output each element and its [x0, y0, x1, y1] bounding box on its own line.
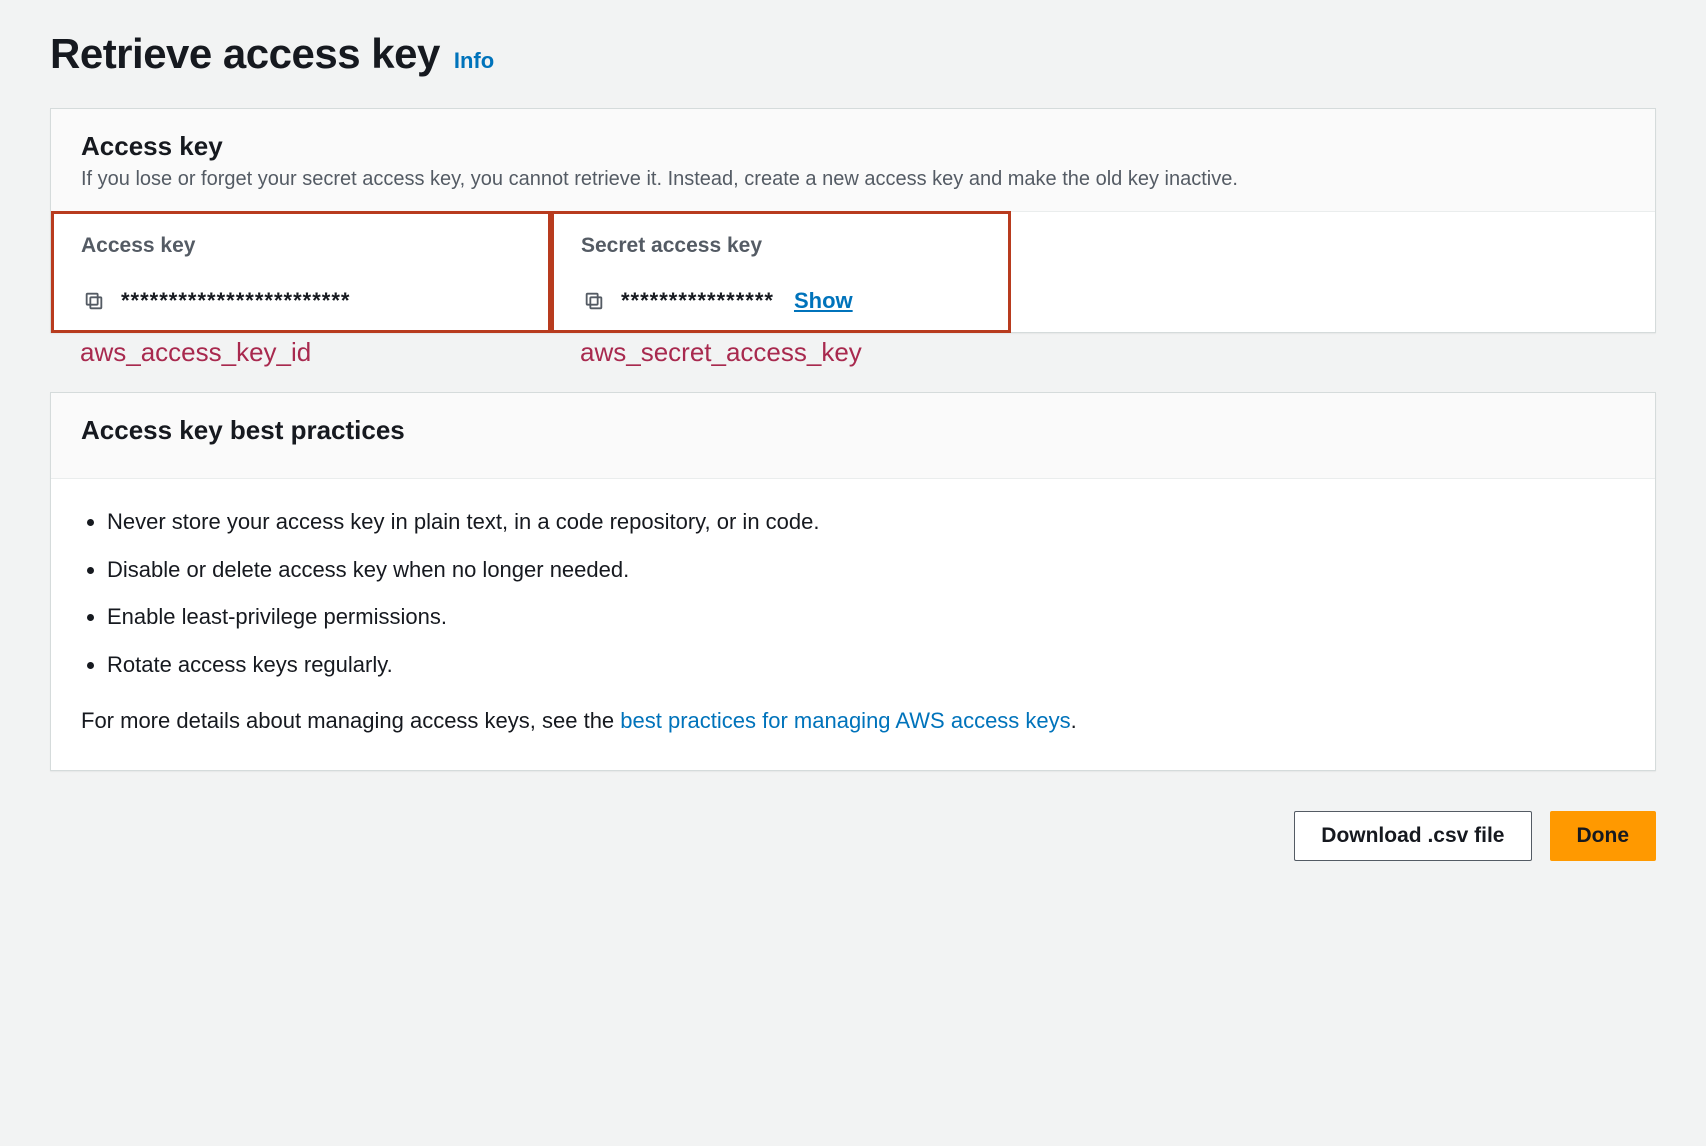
access-key-masked: ************************ [121, 288, 350, 314]
show-secret-link[interactable]: Show [794, 288, 853, 314]
key-row: Access key ************************ Secr… [51, 212, 1655, 332]
highlight-box-access-key [51, 211, 551, 333]
list-item: Disable or delete access key when no lon… [107, 555, 1625, 585]
access-key-subtitle: If you lose or forget your secret access… [81, 168, 1625, 191]
bp-footer-prefix: For more details about managing access k… [81, 708, 620, 733]
highlight-box-secret-key [551, 211, 1011, 333]
best-practices-panel: Access key best practices Never store yo… [50, 392, 1656, 771]
page-title-row: Retrieve access key Info [50, 30, 1656, 78]
annotation-secret-key: aws_secret_access_key [580, 337, 862, 367]
access-key-heading: Access key [81, 131, 1625, 162]
access-key-panel: Access key If you lose or forget your se… [50, 108, 1656, 333]
secret-key-masked: **************** [621, 288, 774, 314]
access-key-panel-header: Access key If you lose or forget your se… [51, 109, 1655, 212]
best-practices-body: Never store your access key in plain tex… [51, 479, 1655, 770]
list-item: Rotate access keys regularly. [107, 650, 1625, 680]
secret-key-column: Secret access key **************** Show [551, 212, 1011, 332]
info-link[interactable]: Info [454, 48, 494, 74]
page-title: Retrieve access key [50, 30, 440, 78]
copy-icon[interactable] [581, 288, 607, 314]
annotation-access-key: aws_access_key_id [80, 337, 311, 367]
bp-footer-link[interactable]: best practices for managing AWS access k… [620, 708, 1070, 733]
annotation-row: aws_access_key_id aws_secret_access_key [50, 337, 1656, 368]
best-practices-heading: Access key best practices [81, 415, 1625, 446]
access-key-column: Access key ************************ [51, 212, 551, 332]
access-key-label: Access key [81, 234, 521, 258]
page-container: Retrieve access key Info Access key If y… [0, 0, 1706, 921]
list-item: Enable least-privilege permissions. [107, 602, 1625, 632]
bp-footer-suffix: . [1071, 708, 1077, 733]
actions-row: Download .csv file Done [50, 811, 1656, 861]
best-practices-header: Access key best practices [51, 393, 1655, 479]
access-key-value-row: ************************ [81, 288, 521, 314]
secret-key-label: Secret access key [581, 234, 981, 258]
download-csv-button[interactable]: Download .csv file [1294, 811, 1531, 861]
list-item: Never store your access key in plain tex… [107, 507, 1625, 537]
copy-icon[interactable] [81, 288, 107, 314]
best-practices-footer: For more details about managing access k… [81, 708, 1625, 734]
secret-key-value-row: **************** Show [581, 288, 981, 314]
best-practices-list: Never store your access key in plain tex… [107, 507, 1625, 680]
done-button[interactable]: Done [1550, 811, 1657, 861]
